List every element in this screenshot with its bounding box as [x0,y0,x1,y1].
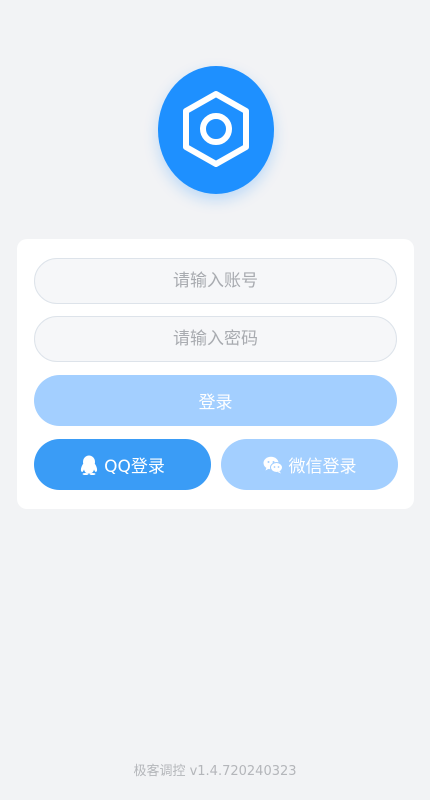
qq-login-button[interactable]: QQ登录 [34,439,211,490]
version-text: 极客调控 v1.4.720240323 [133,764,297,779]
login-button-label: 登录 [198,393,233,413]
wechat-login-label: 微信登录 [288,457,357,477]
qq-penguin-icon [81,455,98,475]
wechat-login-button[interactable]: 微信登录 [221,439,398,490]
wechat-icon [263,456,283,473]
app-logo [158,66,274,194]
hexagon-nut-icon [183,91,249,167]
login-card: 登录 QQ登录 微信登录 [17,239,414,509]
password-input[interactable] [34,316,397,362]
qq-login-label: QQ登录 [104,457,165,477]
login-button[interactable]: 登录 [34,375,397,426]
account-input[interactable] [34,258,397,304]
